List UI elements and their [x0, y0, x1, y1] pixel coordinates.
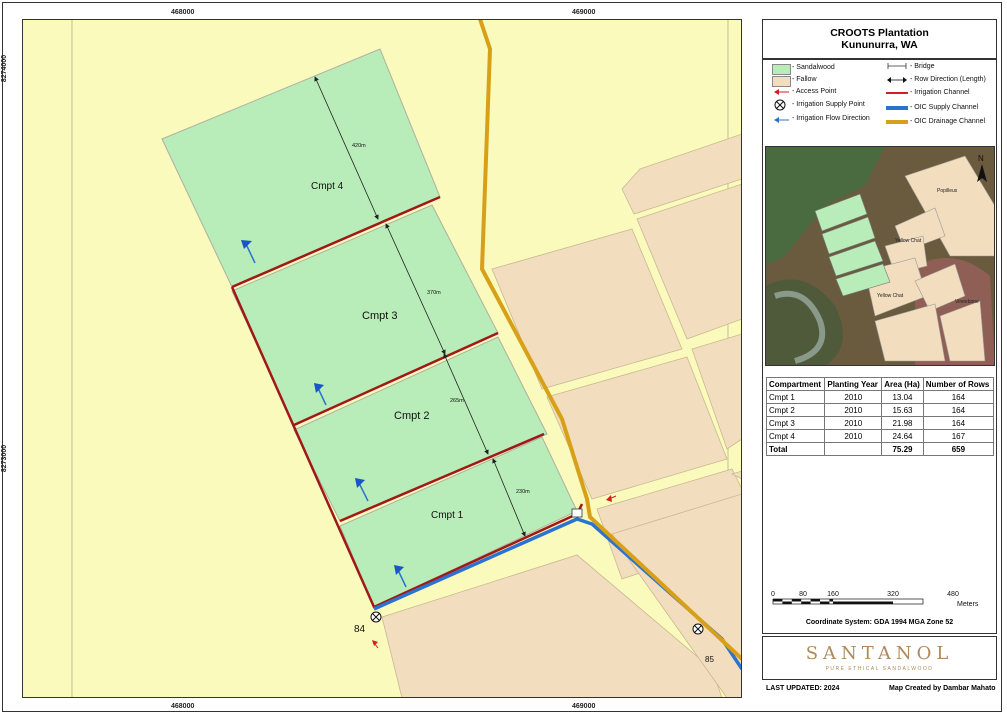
cell-year: 2010: [824, 390, 883, 404]
flow-direction-icon: [774, 117, 789, 123]
label-cmpt-4: Cmpt 4: [311, 181, 344, 192]
inset-label-yellow-chat-1: Yellow Chat: [895, 238, 922, 244]
drainage-channel-swatch: [886, 120, 908, 124]
inset-label-yellow-chat-2: Yellow Chat: [877, 293, 904, 299]
coord-left-8273000: 8273000: [1, 444, 9, 473]
cell-area: 21.98: [881, 416, 924, 430]
coord-bottom-469000: 469000: [572, 703, 596, 710]
label-cmpt-3: Cmpt 3: [362, 310, 397, 322]
scale-label-80: 80: [799, 591, 807, 598]
cell-total-rows: 659: [922, 442, 995, 456]
scale-label-160: 160: [827, 591, 839, 598]
legend-supply-point: - Irrigation Supply Point: [792, 101, 865, 108]
legend-drainage-channel: - OIC Drainage Channel: [910, 118, 986, 125]
logo-panel: SANTANOL PURE ETHICAL SANDALWOOD: [762, 636, 997, 680]
legend-row-direction: - Row Direction (Length): [910, 76, 986, 83]
legend-supply-channel: - OIC Supply Channel: [910, 104, 979, 111]
table-row: Cmpt 3 2010 21.98 164: [765, 416, 995, 430]
label-point-85: 85: [705, 655, 714, 664]
cell-year: 2010: [824, 416, 883, 430]
cell-compartment: Cmpt 2: [765, 403, 826, 417]
header-rows: Number of Rows: [922, 377, 995, 391]
scale-label-0: 0: [771, 591, 775, 598]
coord-top-468000: 468000: [171, 9, 195, 16]
label-cmpt-1: Cmpt 1: [431, 510, 464, 521]
title-panel: CROOTS Plantation Kununurra, WA: [762, 19, 997, 59]
legend-fallow: - Fallow: [792, 76, 817, 83]
coord-left-8274000: 8274000: [1, 54, 9, 83]
legend-sandalwood: - Sandalwood: [792, 64, 835, 71]
label-distance-420: 420m: [352, 143, 366, 149]
svg-text:N: N: [978, 154, 984, 163]
cell-total-year: [824, 442, 883, 456]
scale-unit: Meters: [957, 601, 979, 608]
table-row: Cmpt 2 2010 15.63 164: [765, 403, 995, 417]
fallow-swatch: [772, 76, 791, 87]
cell-year: 2010: [824, 403, 883, 417]
coord-bottom-468000: 468000: [171, 703, 195, 710]
map-credit: Map Created by Dambar Mahato: [889, 685, 996, 692]
coord-top-469000: 469000: [572, 9, 596, 16]
cell-area: 15.63: [881, 403, 924, 417]
inset-label-popilleus: Popilleus: [937, 188, 958, 194]
legend-flow-direction: - Irrigation Flow Direction: [792, 115, 870, 122]
compartment-table: Compartment Planting Year Area (Ha) Numb…: [765, 377, 995, 456]
bridge-icon: [887, 63, 907, 69]
cell-compartment: Cmpt 1: [765, 390, 826, 404]
supply-point-icon: [774, 99, 786, 111]
table-total-row: Total 75.29 659: [765, 442, 995, 456]
access-point-icon: [774, 89, 789, 95]
cell-total-label: Total: [765, 442, 826, 456]
label-point-84: 84: [354, 624, 366, 635]
santanol-logo: SANTANOL: [805, 643, 954, 664]
cell-area: 24.64: [881, 429, 924, 443]
label-distance-230: 230m: [516, 489, 530, 495]
table-header-row: Compartment Planting Year Area (Ha) Numb…: [765, 377, 995, 391]
legend-bridge: - Bridge: [910, 63, 935, 70]
last-updated: LAST UPDATED: 2024: [766, 685, 840, 692]
legend-panel: - Sandalwood - Fallow - Access Point - I…: [762, 59, 997, 634]
map-title: CROOTS Plantation: [830, 27, 929, 39]
irrigation-channel-swatch: [886, 92, 908, 94]
santanol-tagline: PURE ETHICAL SANDALWOOD: [825, 666, 934, 672]
header-area: Area (Ha): [881, 377, 924, 391]
cell-rows: 164: [922, 403, 995, 417]
cell-compartment: Cmpt 3: [765, 416, 826, 430]
cell-rows: 164: [922, 416, 995, 430]
supply-channel-swatch: [886, 106, 908, 110]
cell-compartment: Cmpt 4: [765, 429, 826, 443]
main-map: Cmpt 4 Cmpt 3 Cmpt 2 Cmpt 1 420m 370m 26…: [22, 19, 742, 698]
cell-year: 2010: [824, 429, 883, 443]
scale-label-480: 480: [947, 591, 959, 598]
legend-irrigation-channel: - Irrigation Channel: [910, 89, 970, 96]
row-direction-icon: [887, 77, 907, 83]
cell-total-area: 75.29: [881, 442, 924, 456]
scale-bar: 0 80 160 320 480 Meters: [771, 591, 979, 608]
coordinate-system: Coordinate System: GDA 1994 MGA Zone 52: [805, 619, 954, 626]
inset-satellite-map: Popilleus Yellow Chat Yellow Chat Vineeb…: [765, 146, 995, 366]
header-planting-year: Planting Year: [824, 377, 883, 391]
table-row: Cmpt 1 2010 13.04 164: [765, 390, 995, 404]
table-row: Cmpt 4 2010 24.64 167: [765, 429, 995, 443]
scale-label-320: 320: [887, 591, 899, 598]
cell-area: 13.04: [881, 390, 924, 404]
cell-rows: 164: [922, 390, 995, 404]
label-cmpt-2: Cmpt 2: [394, 410, 429, 422]
map-subtitle: Kununurra, WA: [841, 39, 918, 51]
sandalwood-swatch: [772, 64, 791, 75]
header-compartment: Compartment: [765, 377, 826, 391]
label-distance-370: 370m: [427, 290, 441, 296]
legend-access-point: - Access Point: [792, 88, 837, 95]
label-distance-265: 265m: [450, 398, 464, 404]
bridge-marker: [571, 508, 583, 518]
cell-rows: 167: [922, 429, 995, 443]
inset-label-vineebone: Vineebone: [955, 299, 979, 305]
